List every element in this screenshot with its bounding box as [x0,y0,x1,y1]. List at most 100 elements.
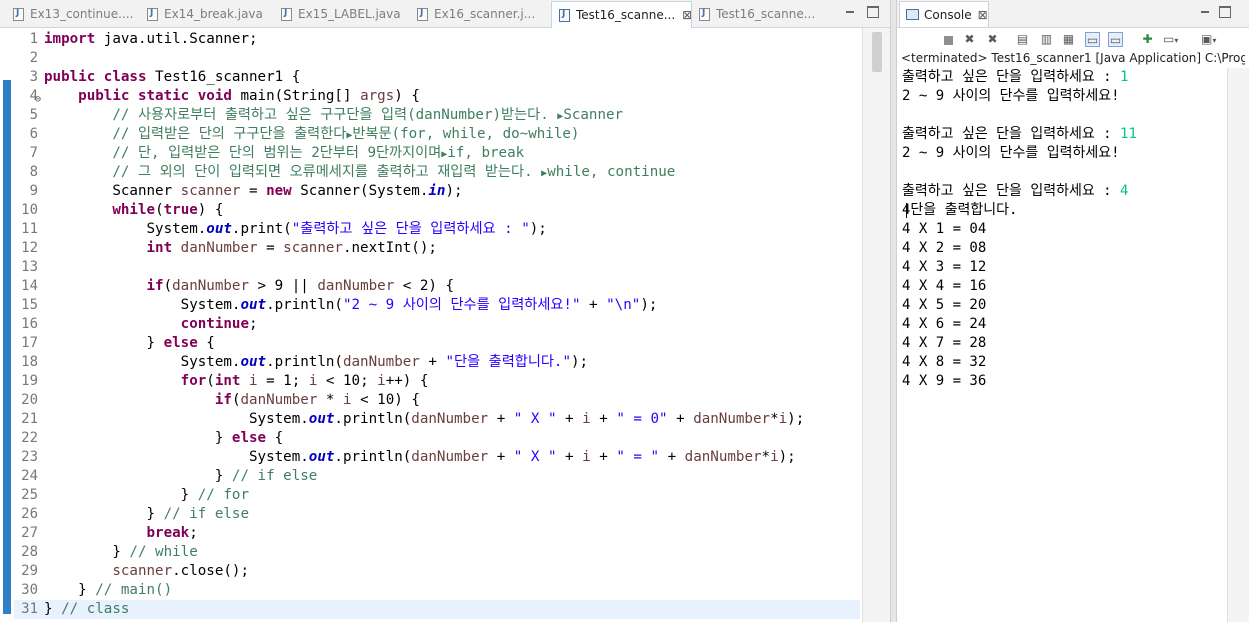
code-line[interactable]: 5 // 사용자로부터 출력하고 싶은 구구단을 입력(danNumber)받는… [14,106,860,125]
code-line[interactable]: 6 // 입력받은 단의 구구단을 출력한다▶반복문(for, while, d… [14,125,860,144]
code-text: break; [146,525,198,541]
terminate-icon[interactable] [944,36,953,45]
editor-tab-label: Test16_scanne... [576,8,676,22]
minimize-icon[interactable] [1199,6,1211,18]
code-line[interactable]: 15 System.out.println("2 ~ 9 사이의 단수를 입력하… [14,296,860,315]
console-line: 4 X 1 = 04 [902,220,986,239]
pin-console-icon[interactable]: ✚ [1140,32,1155,47]
console-line: 2 ~ 9 사이의 단수를 입력하세요! [902,87,1120,106]
code-line[interactable]: 1 import java.util.Scanner; [14,30,860,49]
code-line[interactable]: 26 } // if else [14,505,860,524]
console-line: 출력하고 싶은 단을 입력하세요 : 4 [902,182,1128,201]
clear-console-icon[interactable]: ▤ [1015,32,1030,47]
editor-tab-ex16[interactable]: Ex16_scanner.j... [410,2,550,26]
open-console-icon[interactable]: ▣▾ [1201,32,1216,47]
console-line-text: 4 X 3 = 12 [902,259,987,275]
scroll-lock-icon[interactable]: ▥ [1039,32,1054,47]
show-on-stderr-icon[interactable]: ▭ [1108,32,1123,47]
console-line-text: 2 ~ 9 사이의 단수를 입력하세요! [902,88,1120,104]
line-number: 8 [29,164,38,180]
code-line[interactable]: 22 } else { [14,429,860,448]
code-line[interactable]: 12 int danNumber = scanner.nextInt(); [14,239,860,258]
line-number: 11 [21,221,38,237]
scrollbar-thumb[interactable] [872,32,882,72]
code-line[interactable]: 30 } // main() [14,581,860,600]
console-line: 4 X 8 = 32 [902,353,986,372]
code-line[interactable]: 10 while(true) { [14,201,860,220]
console-line-text: 2 ~ 9 사이의 단수를 입력하세요! [902,145,1120,161]
console-line-text: 4 X 6 = 24 [902,316,987,332]
code-editor[interactable]: 1 import java.util.Scanner; 2 3 public class… [0,28,862,622]
remove-all-icon[interactable]: ✖ [985,32,1000,47]
code-line[interactable]: 29 scanner.close(); [14,562,860,581]
console-line: 출력하고 싶은 단을 입력하세요 : 1 [902,68,1128,87]
code-text: if(danNumber > 9 || danNumber < 2) { [146,278,455,294]
console-line: 4 X 2 = 08 [902,239,986,258]
code-line[interactable]: 17 } else { [14,334,860,353]
line-number: 28 [21,544,38,560]
line-number: 23 [21,449,38,465]
remove-launch-icon[interactable]: ✖ [962,32,977,47]
line-number: 14 [21,278,38,294]
word-wrap-icon[interactable]: ▦ [1061,32,1076,47]
editor-tab-label: Test16_scanne... [716,7,816,21]
code-text: // 단, 입력받은 단의 범위는 2단부터 9단까지이며▶if, break [112,145,525,161]
pane-divider[interactable] [890,0,897,622]
editor-scrollbar[interactable] [862,28,890,622]
editor-tab-label: Ex16_scanner.j... [434,7,536,21]
close-tab-icon[interactable]: ⊠ [682,8,691,22]
console-line-text: 4 X 1 = 04 [902,221,987,237]
code-line[interactable]: 13 [14,258,860,277]
console-line: 4단을 출력합니다. [902,201,1017,220]
editor-tab-ex13[interactable]: Ex13_continue.... [6,2,140,26]
code-line[interactable]: 9 Scanner scanner = new Scanner(System.i… [14,182,860,201]
line-number: 9 [29,183,38,199]
java-file-icon [559,8,570,22]
code-line[interactable]: 2 [14,49,860,68]
code-text: System.out.println(danNumber + " X " + i… [44,411,805,427]
console-tab[interactable]: Console ⊠ [899,1,989,27]
editor-tab-test16-other[interactable]: Test16_scanne... [692,2,822,26]
line-number: 31 [21,601,38,617]
code-line[interactable]: 23 System.out.println(danNumber + " X " … [14,448,860,467]
editor-tab-label: Ex14_break.java [164,7,263,21]
maximize-icon[interactable] [1219,6,1231,18]
console-toolbar: ✖ ✖ ▤ ▥ ▦ ▭ ▭ ✚ ▭▾ ▣▾ [897,28,1249,50]
code-line[interactable]: 3 public class Test16_scanner1 { [14,68,860,87]
code-line[interactable]: 20 if(danNumber * i < 10) { [14,391,860,410]
editor-tab-test16-active[interactable]: Test16_scanne... ⊠ [551,1,692,28]
code-line[interactable]: 21 System.out.println(danNumber + " X " … [14,410,860,429]
code-line[interactable]: 14 if(danNumber > 9 || danNumber < 2) { [14,277,860,296]
editor-tab-ex15[interactable]: Ex15_LABEL.java [274,2,410,26]
java-file-icon [281,7,292,21]
display-console-icon[interactable]: ▭▾ [1163,32,1178,47]
code-line[interactable]: 11 System.out.print("출력하고 싶은 단을 입력하세요 : … [14,220,860,239]
console-line-text: 출력하고 싶은 단을 입력하세요 : [902,69,1121,85]
editor-tab-ex14[interactable]: Ex14_break.java [140,2,274,26]
maximize-icon[interactable] [867,6,879,18]
line-number: 19 [21,373,38,389]
console-scrollbar[interactable] [1227,68,1249,622]
show-on-stdout-icon[interactable]: ▭ [1085,32,1100,47]
minimize-icon[interactable] [844,6,856,18]
line-number: 22 [21,430,38,446]
code-line[interactable]: 31} // class [14,600,860,619]
code-line[interactable]: 28 } // while [14,543,860,562]
code-line[interactable]: 8 // 그 외의 단이 입력되면 오류메세지를 출력하고 재입력 받는다. ▶… [14,163,860,182]
code-line[interactable]: 18 System.out.println(danNumber + "단을 출력… [14,353,860,372]
overview-ruler [0,28,14,622]
code-line[interactable]: 16 continue; [14,315,860,334]
code-line[interactable]: 25 } // for [14,486,860,505]
code-line[interactable]: 4 ⊖ public static void main(String[] args… [14,87,860,106]
console-line-text: 4 X 9 = 36 [902,373,987,389]
code-line[interactable]: 19 for(int i = 1; i < 10; i++) { [14,372,860,391]
console-user-input: 4 [1120,183,1129,199]
code-text: public static void main(String[] args) { [78,88,420,104]
console-line-text: 출력하고 싶은 단을 입력하세요 : [902,183,1121,199]
code-line[interactable]: 7 // 단, 입력받은 단의 범위는 2단부터 9단까지이며▶if, brea… [14,144,860,163]
code-text: while(true) { [112,202,224,218]
close-tab-icon[interactable]: ⊠ [978,8,988,22]
code-line[interactable]: 24 } // if else [14,467,860,486]
console-tab-label: Console [924,7,972,22]
code-line[interactable]: 27 break; [14,524,860,543]
